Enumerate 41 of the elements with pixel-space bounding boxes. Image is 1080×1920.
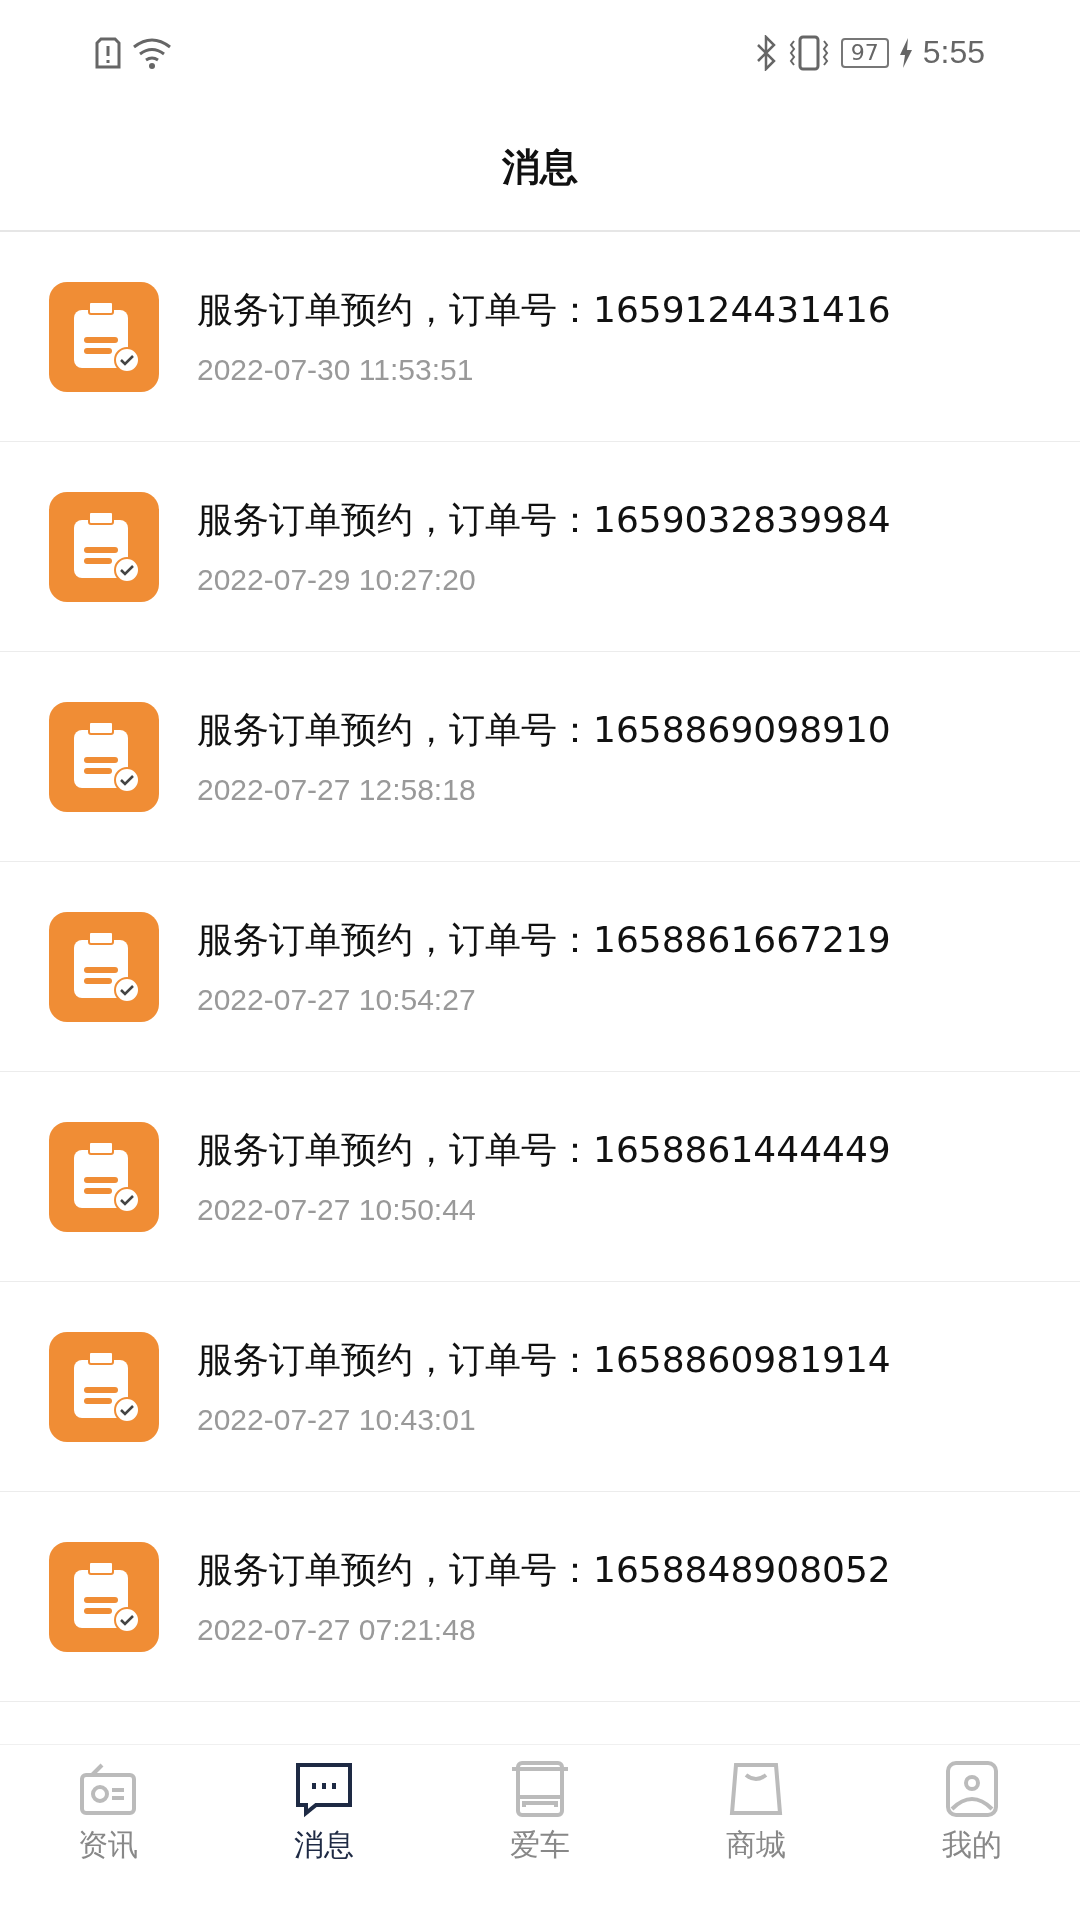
message-time: 2022-07-27 10:54:27 [197,983,477,1017]
nav-tab[interactable]: 商城 [648,1745,864,1920]
nav-tab[interactable]: 我的 [864,1745,1080,1920]
clipboard-icon [49,281,159,392]
message-item[interactable]: 服务订单预约，订单号：1658861444449 2022-07-27 10:50:44 [0,1072,1080,1282]
message-title: 服务订单预约，订单号：1658848908052 [197,1548,891,1592]
nav-tab[interactable]: 资讯 [0,1745,216,1920]
message-title: 服务订单预约，订单号：1658860981914 [197,1338,891,1382]
message-time: 2022-07-27 10:50:44 [197,1193,477,1227]
message-item[interactable]: 服务订单预约，订单号：1658848908052 2022-07-27 07:21:48 [0,1492,1080,1702]
wifi-icon [131,36,173,69]
message-item[interactable]: 服务订单预约，订单号：1658860981914 2022-07-27 10:43:01 [0,1282,1080,1492]
message-time: 2022-07-29 10:27:20 [197,563,477,597]
clipboard-icon [49,911,159,1022]
sim-alert-icon [95,36,121,69]
clock-time: 5:55 [922,34,985,71]
clipboard-icon [49,1121,159,1232]
clipboard-icon [49,701,159,812]
clipboard-icon [49,1331,159,1442]
nav-tab[interactable]: 爱车 [432,1745,648,1920]
message-title: 服务订单预约，订单号：1659124431416 [197,288,891,332]
message-title: 服务订单预约，订单号：1658869098910 [197,708,891,752]
charging-icon [898,37,913,68]
message-time: 2022-07-27 10:43:01 [197,1403,477,1437]
message-title: 服务订单预约，订单号：1659032839984 [197,498,891,542]
message-time: 2022-07-27 07:21:48 [197,1613,477,1647]
clipboard-icon [49,491,159,602]
message-time: 2022-07-30 11:53:51 [197,353,475,387]
message-item[interactable]: 服务订单预约，订单号：1659124431416 2022-07-30 11:53:51 [0,232,1080,442]
bluetooth-icon [754,34,777,71]
bus-icon [510,1759,570,1819]
message-time: 2022-07-27 12:58:18 [197,773,477,807]
message-title: 服务订单预约，订单号：1658861667219 [197,918,891,962]
battery-level: 97 [840,37,889,68]
message-item[interactable]: 服务订单预约，订单号：1658861667219 2022-07-27 10:54:27 [0,862,1080,1072]
page-title: 消息 [502,144,578,191]
clipboard-icon [49,1541,159,1652]
message-item[interactable]: 服务订单预约，订单号：1659032839984 2022-07-29 10:27:20 [0,442,1080,652]
message-item[interactable]: 服务订单预约，订单号：1658869098910 2022-07-27 12:58:18 [0,652,1080,862]
message-title: 服务订单预约，订单号：1658861444449 [197,1128,891,1172]
nav-tab[interactable]: 消息 [216,1745,432,1920]
